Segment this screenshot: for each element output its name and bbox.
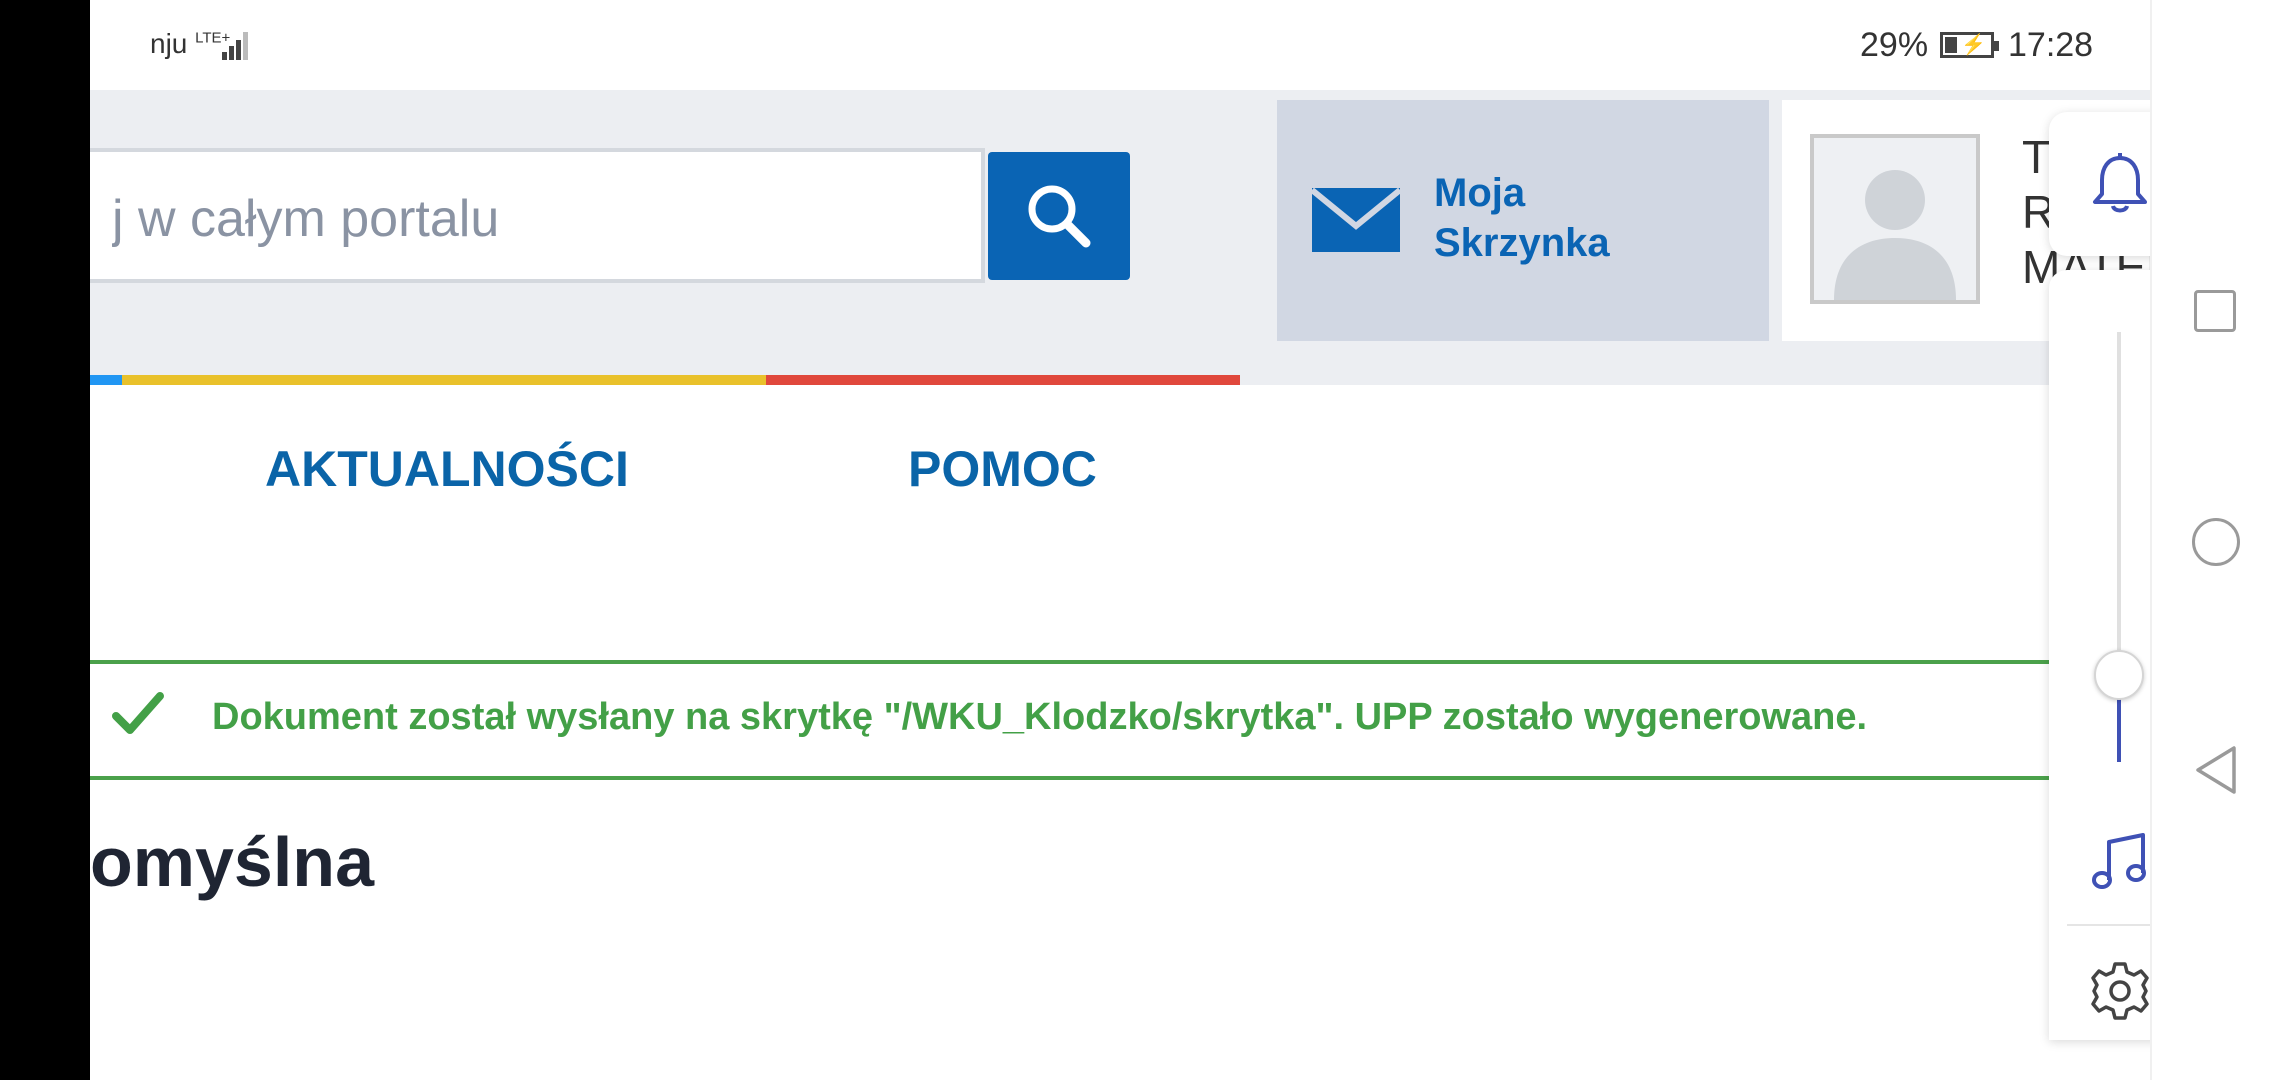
system-nav-bar [2150, 0, 2280, 1080]
browser-page: nju LTE+ 29% ⚡ 17:28 j w całym portalu M… [90, 0, 2150, 1080]
nav-help[interactable]: POMOC [908, 440, 1097, 498]
search-input[interactable] [110, 180, 974, 257]
mailbox-label-line1: Moja [1434, 171, 1526, 215]
color-strip-yellow [122, 375, 766, 385]
color-strip-red [766, 375, 1240, 385]
signal-icon [208, 28, 248, 60]
volume-panel-divider [2067, 924, 2150, 926]
success-alert: Dokument został wysłany na skrytkę "/WKU… [90, 660, 2150, 780]
music-note-icon [2092, 833, 2146, 889]
square-icon[interactable] [2194, 290, 2236, 332]
volume-panel [2049, 270, 2150, 1040]
checkmark-icon [112, 692, 164, 734]
avatar[interactable] [1810, 134, 1980, 304]
search-icon [1028, 185, 1091, 248]
nav-news[interactable]: AKTUALNOŚCI [265, 440, 629, 498]
user-silhouette-icon [1834, 170, 1956, 300]
envelope-icon [1312, 188, 1400, 252]
triangle-back-icon[interactable] [2194, 745, 2238, 795]
alert-message: Dokument został wysłany na skrytkę "/WKU… [212, 696, 1868, 738]
mailbox-label: Moja Skrzynka [1434, 168, 1610, 268]
status-bar: nju LTE+ 29% ⚡ 17:28 [90, 0, 2150, 90]
volume-slider-thumb[interactable] [2094, 650, 2144, 700]
color-strip-blue [90, 375, 122, 385]
volume-slider-track[interactable] [2117, 332, 2121, 672]
mailbox-label-line2: Skrzynka [1434, 221, 1610, 265]
gear-icon[interactable] [2089, 960, 2150, 1022]
battery-percent: 29% [1860, 26, 1929, 64]
bell-icon [2093, 153, 2147, 213]
carrier-name: nju [150, 28, 188, 59]
search-box [90, 148, 985, 283]
left-black-bar [0, 0, 90, 1080]
my-mailbox-button[interactable]: Moja Skrzynka [1277, 100, 1769, 341]
battery-icon: ⚡ [1940, 32, 1999, 58]
circle-icon[interactable] [2192, 518, 2240, 566]
search-button[interactable] [988, 152, 1130, 280]
section-title: omyślna [90, 823, 374, 901]
portal-header: Moja Skrzynka TE RTK MATEU [90, 90, 2150, 385]
ringer-mode-button[interactable] [2049, 112, 2150, 256]
clock: 17:28 [2008, 26, 2094, 64]
